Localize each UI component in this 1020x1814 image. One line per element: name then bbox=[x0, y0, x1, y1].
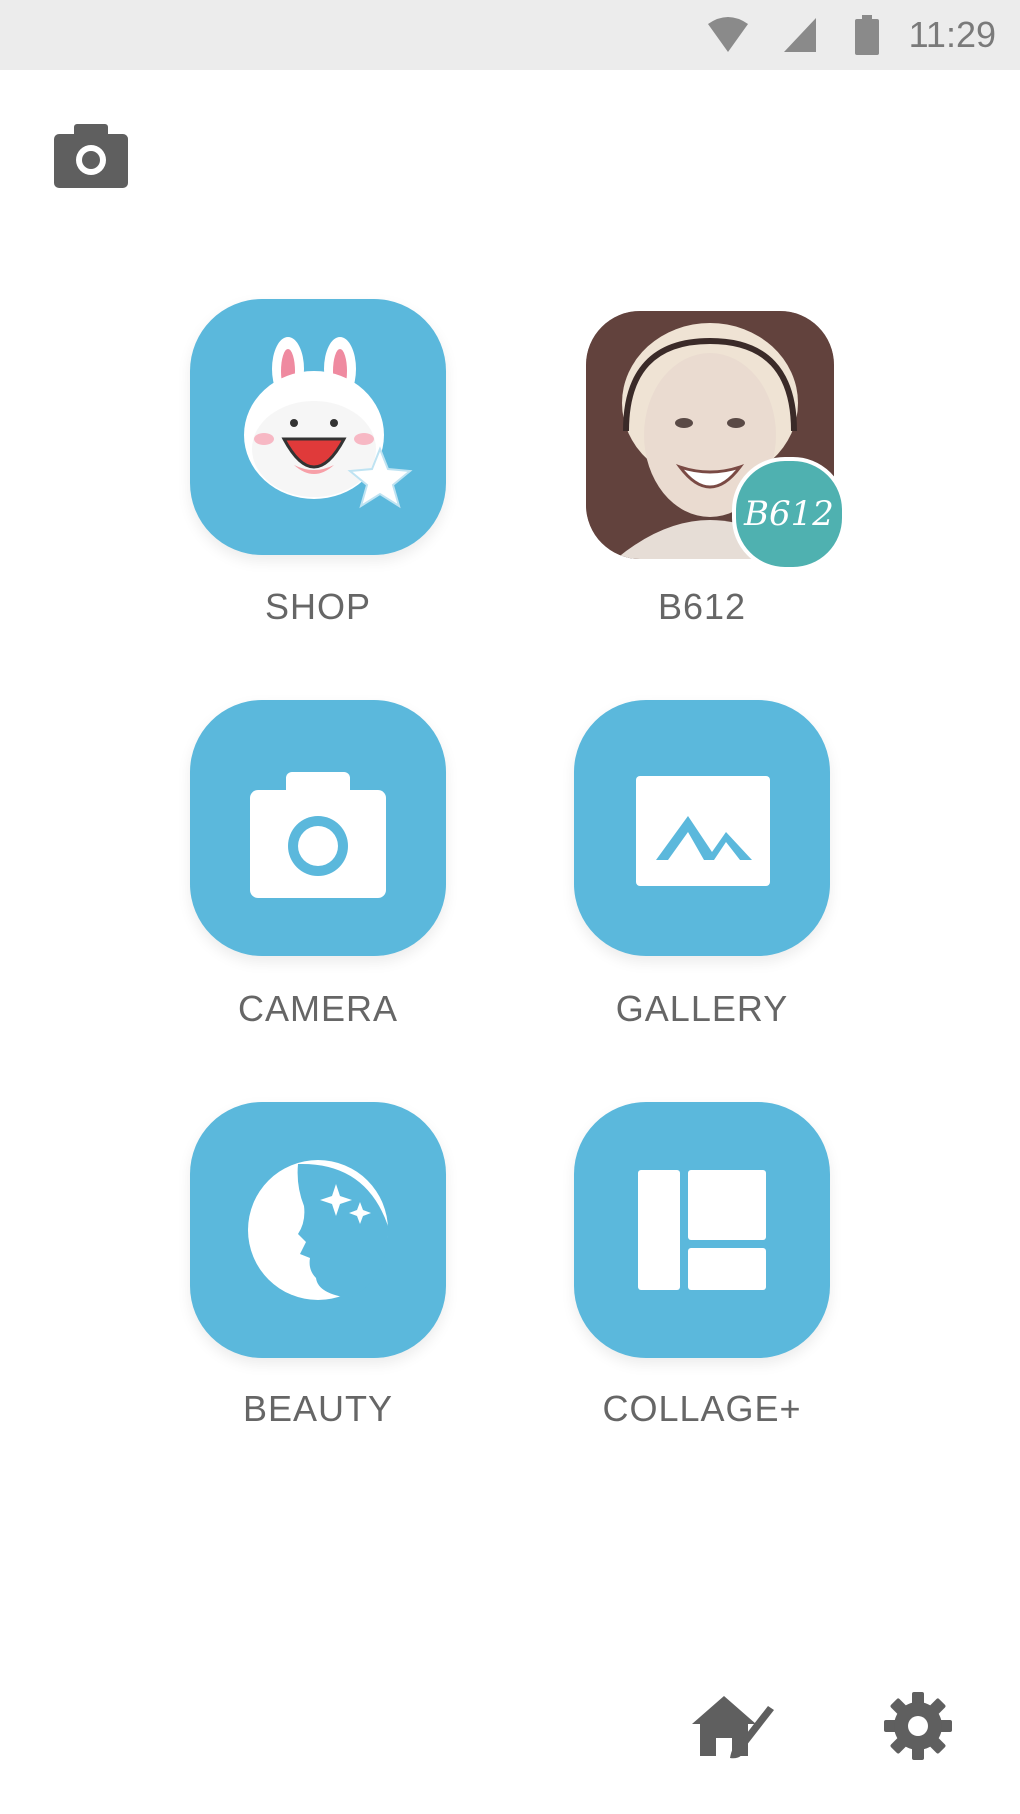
status-bar: 11:29 bbox=[0, 0, 1020, 70]
cell-signal-icon bbox=[782, 14, 818, 61]
b612-tile[interactable]: B612 bbox=[582, 307, 846, 571]
beauty-tile[interactable] bbox=[190, 1102, 446, 1358]
settings-gear-icon[interactable] bbox=[882, 1690, 954, 1762]
collage-tile[interactable] bbox=[574, 1102, 830, 1358]
shop-tile[interactable] bbox=[190, 299, 446, 555]
battery-icon bbox=[854, 14, 880, 61]
camera-tile[interactable] bbox=[190, 700, 446, 956]
collage-label: COLLAGE+ bbox=[602, 1388, 802, 1429]
shop-label: SHOP bbox=[264, 586, 372, 627]
camera-label: CAMERA bbox=[237, 988, 399, 1029]
gallery-label: GALLERY bbox=[615, 988, 789, 1029]
b612-badge: B612 bbox=[732, 457, 846, 571]
camera-icon[interactable] bbox=[54, 124, 128, 188]
home-brush-icon[interactable] bbox=[688, 1690, 780, 1762]
gallery-tile[interactable] bbox=[574, 700, 830, 956]
b612-label: B612 bbox=[657, 586, 747, 627]
beauty-label: BEAUTY bbox=[242, 1388, 394, 1429]
status-time: 11:29 bbox=[908, 14, 996, 55]
wifi-icon bbox=[706, 14, 750, 61]
